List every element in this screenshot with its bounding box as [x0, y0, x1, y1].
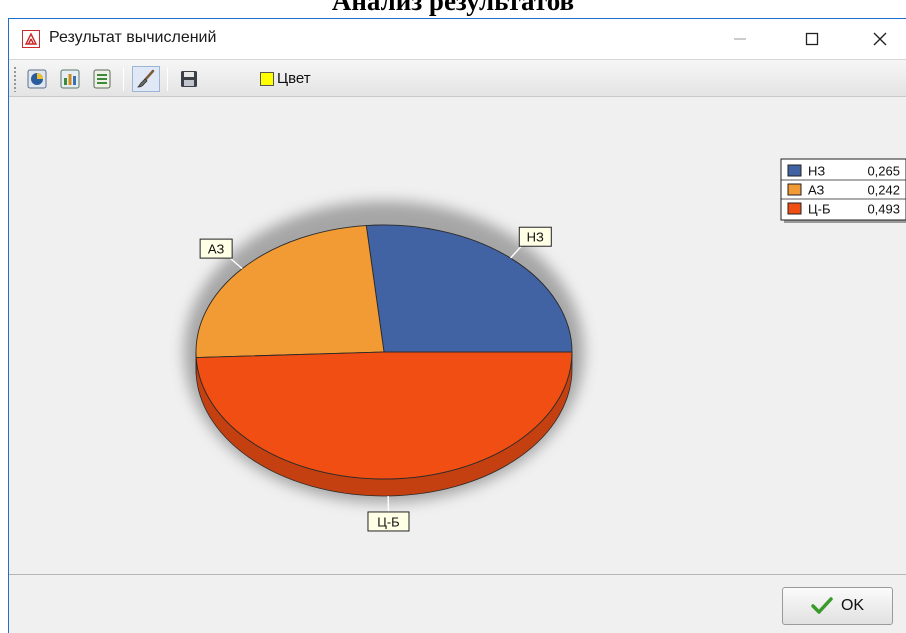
bar-chart-view-button[interactable] — [56, 66, 84, 92]
pie-label-2: Ц-Б — [377, 514, 399, 529]
legend-value-2: 0,493 — [867, 202, 900, 217]
checkmark-icon — [811, 597, 833, 614]
document-heading: Анализ результатов — [331, 0, 575, 16]
legend-label-2: Ц-Б — [808, 202, 830, 217]
close-button[interactable] — [857, 19, 903, 59]
toolbar: Цвет — [9, 59, 906, 97]
legend-swatch-0 — [787, 164, 802, 177]
window-title: Результат вычислений — [49, 29, 217, 46]
toolbar-grip[interactable] — [13, 66, 17, 92]
minimize-button[interactable] — [717, 19, 763, 59]
legend-value-1: 0,242 — [867, 183, 900, 198]
ok-button[interactable]: OK — [782, 587, 893, 625]
minimize-icon — [734, 38, 746, 40]
pie-chart-view-button[interactable] — [23, 66, 51, 92]
list-view-icon — [93, 69, 111, 89]
pie-chart-view-icon — [27, 69, 47, 89]
color-swatch[interactable] — [260, 72, 274, 86]
ok-label: OK — [840, 597, 865, 614]
title-bar[interactable]: Результат вычислений — [9, 19, 906, 59]
color-label[interactable]: Цвет — [277, 70, 311, 87]
legend-swatch-1 — [787, 183, 802, 196]
chart-area: НЗ АЗ Ц-Б НЗ 0,265 АЗ 0,242 Ц-Б 0,493 — [9, 97, 906, 573]
pie-label-0: НЗ — [527, 230, 544, 245]
brush-icon — [137, 69, 155, 88]
legend-label-0: НЗ — [808, 164, 825, 179]
pie-chart: НЗ АЗ Ц-Б НЗ 0,265 АЗ 0,242 Ц-Б 0,493 — [184, 158, 906, 532]
save-icon — [181, 71, 197, 87]
toolbar-separator — [167, 67, 168, 91]
list-view-button[interactable] — [88, 66, 116, 92]
brush-button[interactable] — [132, 66, 160, 92]
legend-label-1: АЗ — [808, 183, 825, 198]
legend-swatch-2 — [787, 202, 802, 215]
bar-chart-view-icon — [60, 69, 80, 89]
legend-value-0: 0,265 — [867, 164, 900, 179]
maximize-button[interactable] — [789, 19, 835, 59]
footer-separator — [9, 574, 906, 575]
result-window: Результат вычислений Цвет НЗ АЗ Ц-Б НЗ 0… — [8, 18, 906, 633]
maximize-icon — [805, 32, 819, 46]
save-button[interactable] — [175, 66, 203, 92]
close-icon — [873, 32, 887, 46]
pie-label-1: АЗ — [208, 242, 225, 257]
app-icon — [22, 30, 40, 48]
toolbar-separator — [123, 67, 124, 91]
